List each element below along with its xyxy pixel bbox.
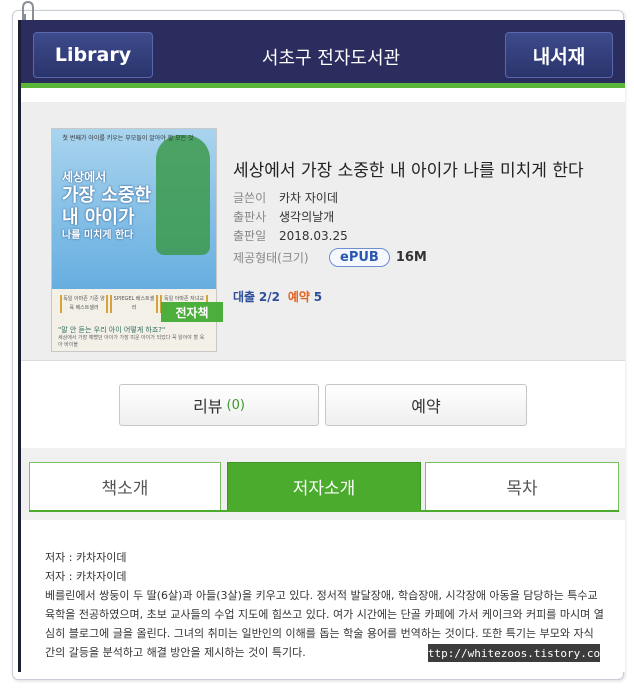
award-badge: 독일 아마존 기준 양육 베스트셀러: [60, 295, 108, 313]
cover-subtext: 세상에서 가장 예뻤던 아이가 가장 미운 아이가 되었다 꼭 읽어야 할 육아…: [58, 335, 205, 348]
tab-table-of-contents[interactable]: 목차: [425, 462, 619, 510]
loan-label: 대출: [233, 290, 256, 304]
library-app: Library 서초구 전자도서관 내서재 첫 번째가 아이를 키우는 부모들이…: [18, 20, 625, 672]
cover-quote: "말 안 듣는 우리 아이 어떻게 하죠?": [58, 326, 166, 334]
library-title: 서초구 전자도서관: [261, 48, 401, 69]
app-header: Library 서초구 전자도서관 내서재: [21, 20, 625, 88]
cover-title-line4: 나를 미치게 한다: [62, 230, 134, 241]
meta-value: 생각의날개: [279, 210, 335, 224]
review-count: (0): [226, 397, 245, 413]
cover-title-line1: 세상에서: [62, 170, 107, 184]
author-line: 저자 : 카차자이데: [45, 570, 127, 583]
author-line: 저자 : 카차자이데: [45, 551, 127, 564]
loan-status: 대출 2/2 예약 5: [233, 288, 322, 305]
meta-row-format: 제공형태(크기) ePUB 16M: [233, 245, 427, 269]
tab-author-intro[interactable]: 저자소개: [227, 462, 421, 510]
library-button[interactable]: Library: [33, 32, 153, 78]
cover-title: 세상에서 가장 소중한 내 아이가 나를 미치게 한다: [62, 169, 182, 243]
reserve-button[interactable]: 예약: [325, 384, 527, 426]
book-title: 세상에서 가장 소중한 내 아이가 나를 미치게 한다: [233, 161, 584, 181]
format-label: 제공형태(크기): [233, 250, 309, 265]
ebook-badge: 전자책: [161, 302, 223, 322]
meta-label: 글쓴이: [233, 191, 267, 205]
reserve-count: 5: [313, 290, 323, 304]
meta-row-author: 글쓴이 카차 자이데: [233, 188, 427, 207]
tab-book-intro[interactable]: 책소개: [29, 462, 221, 510]
award-badge: SPIEGEL 베스트셀러: [110, 295, 158, 313]
my-shelf-button[interactable]: 내서재: [505, 32, 613, 78]
epub-format-badge: ePUB: [329, 247, 390, 267]
file-size: 16M: [395, 249, 427, 265]
cover-title-line3: 내 아이가: [62, 207, 135, 228]
reserve-label: 예약: [287, 290, 310, 304]
meta-label: 출판일: [233, 229, 267, 243]
review-label: 리뷰: [193, 397, 223, 416]
tab-underline: [29, 510, 619, 512]
meta-value: 카차 자이데: [279, 191, 339, 205]
blog-watermark: http://whitezoos.tistory.com: [421, 644, 607, 662]
meta-value: 2018.03.25: [279, 228, 348, 243]
meta-row-publisher: 출판사 생각의날개: [233, 207, 427, 226]
meta-label: 출판사: [233, 210, 267, 224]
loan-count: 2/2: [258, 290, 281, 304]
cover-title-line2: 가장 소중한: [62, 185, 152, 206]
cover-tagline: 첫 번째가 아이를 키우는 부모들이 알아야 할 모든 것: [62, 135, 194, 142]
book-meta: 글쓴이 카차 자이데 출판사 생각의날개 출판일 2018.03.25 제공형태…: [233, 188, 427, 269]
review-button[interactable]: 리뷰 (0): [119, 384, 319, 426]
book-detail-panel: 첫 번째가 아이를 키우는 부모들이 알아야 할 모든 것 세상에서 가장 소중…: [21, 102, 625, 361]
meta-row-date: 출판일 2018.03.25: [233, 226, 427, 245]
header-accent-line: [21, 83, 625, 88]
